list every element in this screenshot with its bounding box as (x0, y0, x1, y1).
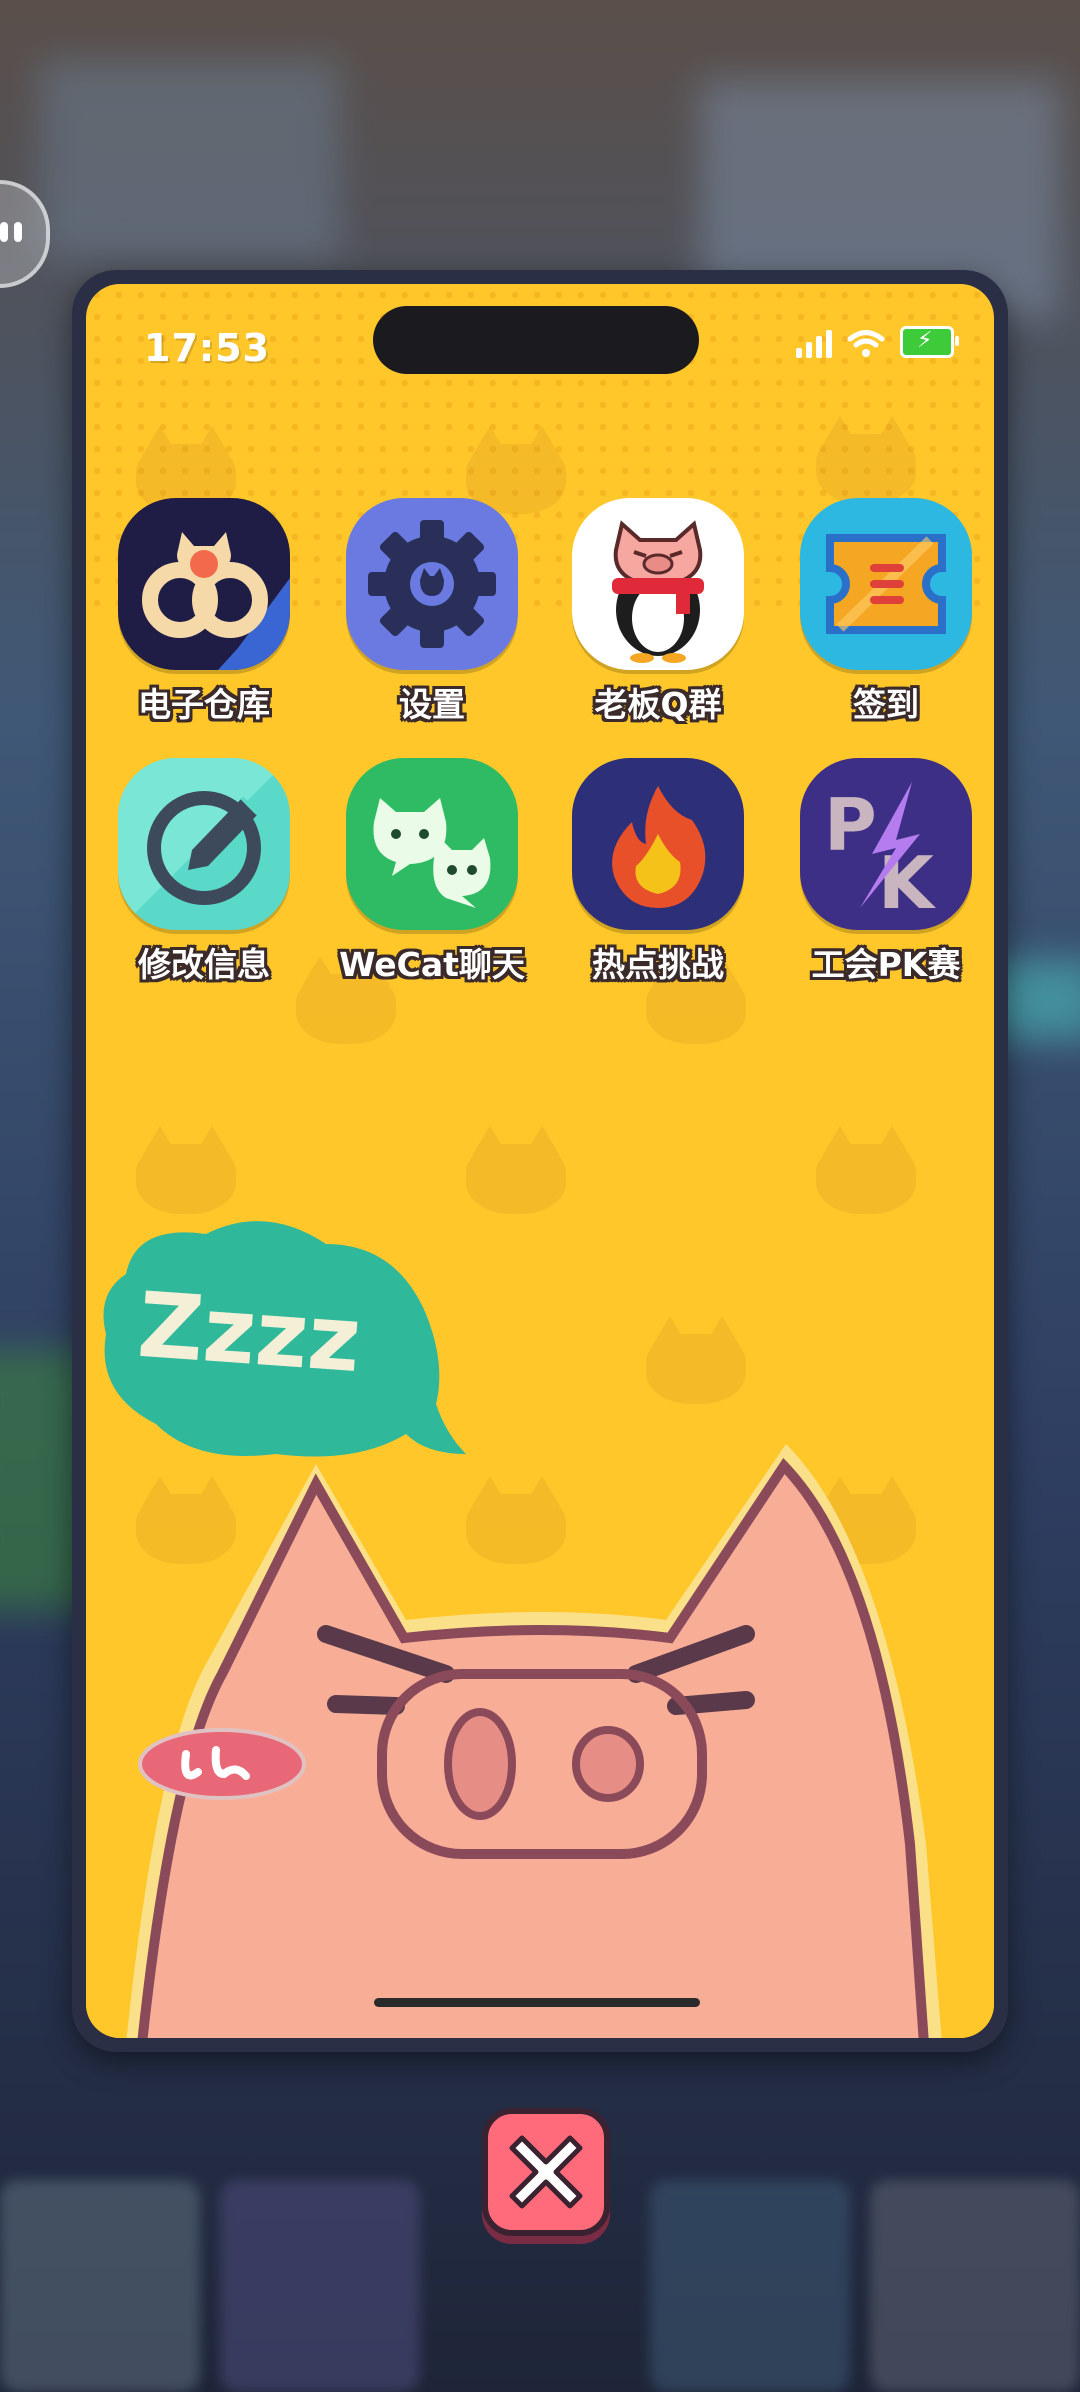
app-settings[interactable]: 设置 (322, 498, 542, 726)
pk-icon: P K (800, 758, 972, 930)
ticket-icon (800, 498, 972, 670)
dynamic-island (373, 306, 699, 374)
app-wecat-chat[interactable]: WeCat聊天 (322, 758, 542, 986)
status-icons: ⚡ (796, 326, 959, 358)
pig-watermark-icon (816, 416, 916, 504)
app-label: 签到 (853, 685, 919, 724)
app-label: 设置 (399, 685, 465, 724)
background-card (650, 2180, 850, 2392)
app-label: 老板Q群 (594, 685, 722, 724)
status-time: 17:53 (144, 326, 270, 370)
pig-watermark-icon (646, 1316, 746, 1404)
edit-pencil-icon (118, 758, 290, 930)
home-indicator[interactable] (374, 1998, 700, 2007)
app-checkin[interactable]: 签到 (776, 498, 994, 726)
battery-charging-icon: ⚡ (900, 326, 959, 358)
phone-screen: 17:53 ⚡ 电子仓库 设置 老板Q群 签到 修改信息 WeCat聊天 热点挑… (86, 284, 994, 2038)
app-label: 修改信息 (138, 945, 270, 984)
close-button[interactable] (482, 2108, 610, 2236)
app-label: 热点挑战 (592, 945, 724, 984)
infinity-cat-icon (118, 498, 290, 670)
app-boss-qq-group[interactable]: 老板Q群 (548, 498, 768, 726)
background-building (40, 60, 340, 260)
app-guild-pk[interactable]: P K 工会PK赛 (776, 758, 994, 986)
chat-cats-icon (346, 758, 518, 930)
wifi-icon (847, 330, 885, 357)
flame-icon (572, 758, 744, 930)
signal-icon (796, 328, 832, 358)
pig-watermark-icon (816, 1126, 916, 1214)
svg-text:K: K (878, 841, 936, 925)
pig-watermark-icon (136, 1126, 236, 1214)
app-warehouse[interactable]: 电子仓库 (94, 498, 314, 726)
sleep-text: Zzzz (135, 1273, 364, 1393)
phone-frame: 17:53 ⚡ 电子仓库 设置 老板Q群 签到 修改信息 WeCat聊天 热点挑… (72, 270, 1008, 2052)
close-icon (509, 2135, 583, 2209)
app-label: 工会PK赛 (811, 945, 961, 984)
background-card (220, 2180, 420, 2392)
pig-character (126, 1444, 942, 2038)
app-label: 电子仓库 (138, 685, 270, 724)
svg-text:P: P (824, 783, 877, 867)
app-label: WeCat聊天 (339, 945, 525, 984)
background-card (870, 2180, 1080, 2392)
gear-icon (346, 498, 518, 670)
app-hot-challenge[interactable]: 热点挑战 (548, 758, 768, 986)
pig-watermark-icon (466, 1126, 566, 1214)
penguin-pig-icon (572, 498, 744, 670)
app-edit-profile[interactable]: 修改信息 (94, 758, 314, 986)
background-card (0, 2180, 200, 2392)
